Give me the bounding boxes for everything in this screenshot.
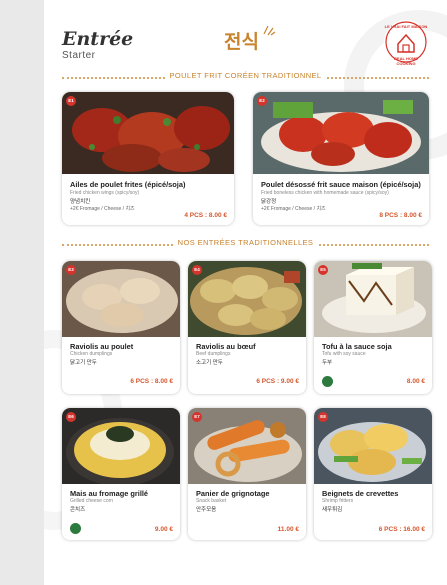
item-code-badge: E2 (257, 96, 267, 106)
menu-card-e7[interactable]: E7 Panier de grignotage Snack basket 안주모… (188, 408, 306, 540)
boneless-chicken-photo (253, 92, 429, 174)
menu-card-e1[interactable]: E1 Ailes de poulet frites (épicé/soja) F… (62, 92, 234, 225)
item-price: 6 PCS : 8.00 € (130, 378, 173, 385)
item-name: Poulet désossé frit sauce maison (épicé/… (261, 180, 421, 189)
item-code-badge: E4 (192, 265, 202, 275)
item-code-badge: E7 (192, 412, 202, 422)
item-code-badge: E5 (318, 265, 328, 275)
item-code-badge: E8 (318, 412, 328, 422)
menu-card-e3[interactable]: E3 Raviolis au poulet Chicken dumplings … (62, 261, 180, 394)
menu-card-e6[interactable]: E6 Mais au fromage grillé Grilled cheese… (62, 408, 180, 540)
item-english-name: Shrimp fritters (322, 498, 354, 504)
item-korean-name: 닭강정 (261, 199, 277, 205)
beef-dumplings-photo (188, 261, 306, 337)
item-name: Mais au fromage grillé (70, 489, 149, 498)
menu-card-e8[interactable]: E8 Beignets de crevettes Shrimp fritters… (314, 408, 432, 540)
item-extra-option: +2€ Fromage / Cheese / 치즈 (70, 206, 135, 212)
page-title: Entrée (62, 28, 134, 50)
logo-text: LE VRAI FAIT MAISON (384, 24, 428, 29)
tofu-photo (314, 261, 432, 337)
menu-card-e2[interactable]: E2 Poulet désossé frit sauce maison (épi… (253, 92, 429, 225)
item-code-badge: E1 (66, 96, 76, 106)
item-english-name: Fried chicken wings (spicy/soy) (70, 190, 140, 196)
item-english-name: Fried boneless chicken with homemade sau… (261, 190, 389, 196)
item-name: Tofu à la sauce soja (322, 342, 392, 351)
item-korean-name: 소고기 만두 (196, 360, 223, 366)
item-english-name: Tofu with soy sauce (322, 351, 366, 357)
item-name: Beignets de crevettes (322, 489, 399, 498)
section-header: POULET FRIT CORÉEN TRADITIONNEL (44, 71, 447, 83)
item-price: 6 PCS : 16.00 € (378, 526, 425, 533)
page-subtitle: Starter (62, 50, 96, 61)
korean-title: 전식 (224, 32, 259, 53)
logo-text: REAL HOME COOKING (394, 56, 418, 66)
restaurant-logo: LE VRAI FAIT MAISON REAL HOME COOKING (384, 20, 428, 66)
shrimp-fritters-photo (314, 408, 432, 484)
item-english-name: Beef dumplings (196, 351, 231, 357)
item-english-name: Grilled cheese corn (70, 498, 114, 504)
item-name: Panier de grignotage (196, 489, 270, 498)
menu-card-e4[interactable]: E4 Raviolis au bœuf Beef dumplings 소고기 만… (188, 261, 306, 394)
item-english-name: Chicken dumplings (70, 351, 113, 357)
menu-card-e5[interactable]: E5 Tofu à la sauce soja Tofu with soy sa… (314, 261, 432, 394)
item-price: 6 PCS : 9.00 € (256, 378, 299, 385)
section-label: POULET FRIT CORÉEN TRADITIONNEL (165, 71, 326, 80)
leaf-icon (322, 376, 333, 387)
chicken-dumplings-photo (62, 261, 180, 337)
item-price: 8 PCS : 8.00 € (379, 212, 422, 219)
item-english-name: Snack basket (196, 498, 227, 504)
snack-basket-photo (188, 408, 306, 484)
fried-chicken-wings-photo (62, 92, 234, 174)
section-label: NOS ENTRÉES TRADITIONNELLES (173, 238, 318, 247)
item-korean-name: 안주모음 (196, 507, 217, 513)
item-korean-name: 새우튀김 (322, 507, 343, 513)
item-name: Ailes de poulet frites (épicé/soja) (70, 180, 186, 189)
item-korean-name: 닭고기 만두 (70, 360, 97, 366)
item-price: 4 PCS : 8.00 € (184, 212, 227, 219)
item-name: Raviolis au poulet (70, 342, 134, 351)
item-korean-name: 두부 (322, 360, 333, 366)
item-korean-name: 양념치킨 (70, 199, 91, 205)
item-price: 11.00 € (277, 526, 299, 533)
leaf-icon (70, 523, 81, 534)
menu-page: Entrée Starter 전식 LE VRAI FAIT MAISON RE… (44, 0, 447, 585)
item-code-badge: E6 (66, 412, 76, 422)
item-price: 8.00 € (406, 378, 425, 385)
item-korean-name: 콘치즈 (70, 507, 86, 513)
item-extra-option: +2€ Fromage / Cheese / 치즈 (261, 206, 326, 212)
sparkle-icon (263, 25, 276, 36)
item-name: Raviolis au bœuf (196, 342, 256, 351)
item-code-badge: E3 (66, 265, 76, 275)
cheese-corn-photo (62, 408, 180, 484)
item-price: 9.00 € (154, 526, 173, 533)
section-header: NOS ENTRÉES TRADITIONNELLES (44, 238, 447, 250)
